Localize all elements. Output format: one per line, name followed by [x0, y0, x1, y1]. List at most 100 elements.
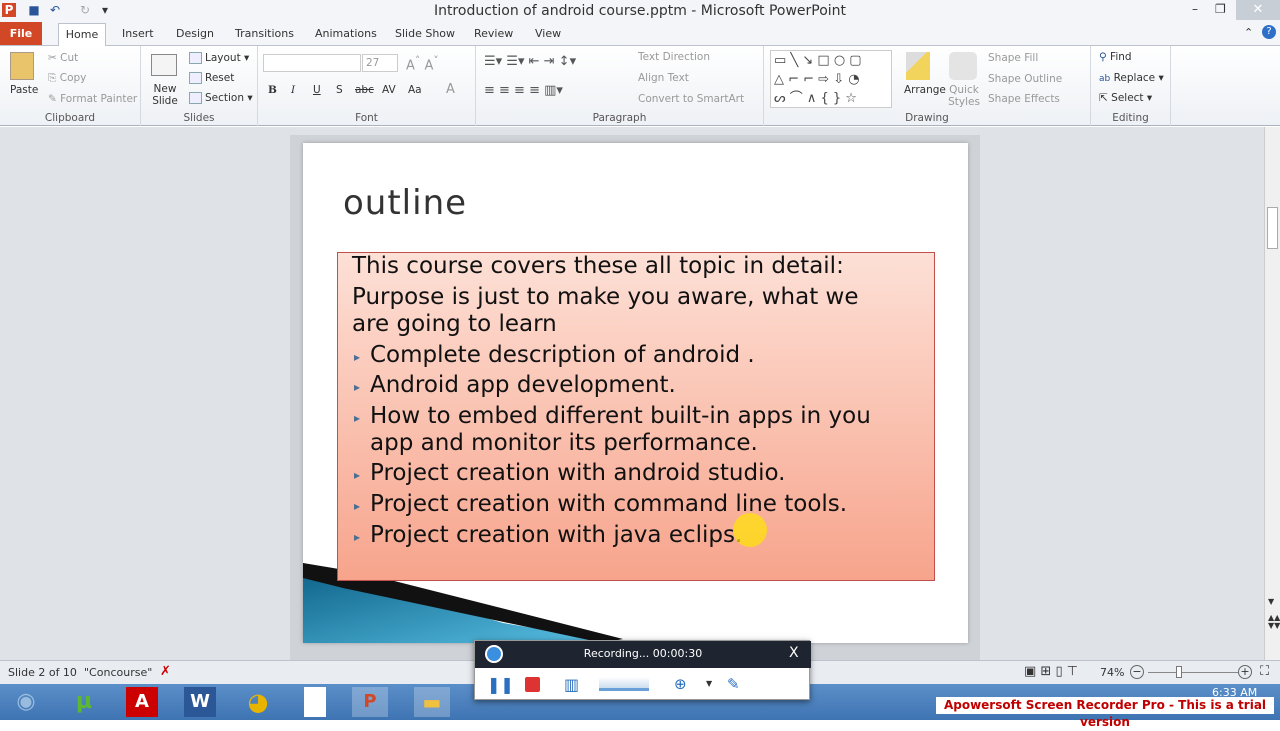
- stop-button[interactable]: [525, 677, 540, 692]
- format-painter-button[interactable]: ✎ Format Painter: [48, 93, 137, 105]
- convert-smartart-button[interactable]: Convert to SmartArt: [638, 93, 744, 105]
- chrome-icon[interactable]: ◕: [242, 687, 274, 717]
- reset-button[interactable]: Reset: [189, 72, 234, 84]
- find-label: Find: [1110, 51, 1132, 63]
- paste-button[interactable]: Paste: [10, 84, 38, 96]
- tab-design[interactable]: Design: [176, 27, 214, 40]
- arrange-button[interactable]: Arrange: [904, 84, 946, 96]
- replace-button[interactable]: ab Replace ▾: [1099, 72, 1164, 84]
- acrobat-icon[interactable]: A: [126, 687, 158, 717]
- tab-insert[interactable]: Insert: [122, 27, 154, 40]
- pen-button[interactable]: ✎: [727, 675, 740, 693]
- bullet-item: How to embed different built-in apps in …: [370, 403, 871, 429]
- recorder-header: Recording... 00:00:30 X: [475, 641, 811, 668]
- grow-font-icon[interactable]: A˄ A˅: [406, 54, 439, 73]
- slides-label: Slides: [183, 112, 215, 124]
- align-text-button[interactable]: Align Text: [638, 72, 689, 84]
- tab-slide-show[interactable]: Slide Show: [395, 27, 455, 40]
- shape-outline-button[interactable]: Shape Outline: [988, 73, 1062, 85]
- change-case-button[interactable]: Aa: [408, 84, 422, 96]
- quick-styles-icon: [949, 52, 977, 80]
- strikethrough-button[interactable]: abc: [355, 84, 374, 96]
- find-button[interactable]: ⚲ Find: [1099, 51, 1132, 63]
- close-button[interactable]: ✕: [1236, 0, 1280, 20]
- content-textbox[interactable]: This course covers these all topic in de…: [337, 252, 935, 581]
- minimize-ribbon-icon[interactable]: ⌃: [1244, 26, 1253, 39]
- slide-counter: Slide 2 of 10: [8, 666, 77, 679]
- recorder-close-button[interactable]: X: [789, 645, 799, 661]
- fit-slide-icon[interactable]: ⛶: [1260, 664, 1269, 679]
- tab-home[interactable]: Home: [58, 23, 106, 47]
- help-icon[interactable]: ?: [1262, 25, 1276, 39]
- quick-styles-button[interactable]: Quick Styles: [948, 84, 980, 108]
- recording-status: Recording... 00:00:30: [583, 647, 703, 660]
- underline-button[interactable]: U: [313, 84, 321, 96]
- zoom-in-button[interactable]: +: [1238, 665, 1252, 679]
- align-buttons[interactable]: ≡ ≡ ≡ ≡ ▥▾: [484, 83, 563, 98]
- bullet-icon: ▸: [354, 380, 361, 394]
- section-button[interactable]: Section ▾: [189, 92, 253, 104]
- list-buttons[interactable]: ☰▾ ☰▾ ⇤ ⇥ ↕▾: [484, 54, 576, 69]
- start-button[interactable]: ◉: [10, 687, 42, 717]
- replace-label: Replace: [1113, 72, 1156, 84]
- tab-review[interactable]: Review: [474, 27, 513, 40]
- zoom-slider-thumb[interactable]: [1176, 666, 1182, 678]
- spellcheck-icon[interactable]: ✗: [160, 664, 171, 679]
- ribbon: Paste ✂ Cut ⎘ Copy ✎ Format Painter Clip…: [0, 46, 1280, 126]
- zoom-out-button[interactable]: −: [1130, 665, 1144, 679]
- prev-slide-icon[interactable]: ▲▲ ▼▼: [1268, 614, 1280, 630]
- new-slide-icon: [151, 54, 177, 76]
- webcam-button[interactable]: ⊕: [674, 675, 687, 693]
- font-color-button[interactable]: A: [446, 82, 455, 97]
- pause-button[interactable]: ❚❚: [487, 675, 514, 694]
- tab-file[interactable]: File: [0, 22, 42, 45]
- cursor-highlight: [733, 513, 767, 547]
- shadow-button[interactable]: S: [336, 84, 343, 96]
- webcam-dropdown-icon[interactable]: ▼: [706, 679, 712, 688]
- layout-button[interactable]: Layout ▾: [189, 52, 249, 64]
- paragraph-group: ☰▾ ☰▾ ⇤ ⇥ ↕▾ ≡ ≡ ≡ ≡ ▥▾ Text Direction A…: [476, 46, 764, 126]
- tab-transitions[interactable]: Transitions: [235, 27, 294, 40]
- restore-button[interactable]: ❐: [1215, 2, 1226, 16]
- tab-view[interactable]: View: [535, 27, 561, 40]
- italic-button[interactable]: I: [291, 84, 295, 96]
- text-direction-button[interactable]: Text Direction: [638, 51, 710, 63]
- copy-button[interactable]: ⎘ Copy: [48, 72, 86, 85]
- bullet-item: Complete description of android .: [370, 342, 755, 368]
- editing-group: ⚲ Find ab Replace ▾ ⇱ Select ▾ Editing: [1091, 46, 1171, 126]
- theme-name[interactable]: "Concourse": [84, 666, 152, 679]
- slide-title[interactable]: outline: [343, 183, 467, 223]
- shape-effects-button[interactable]: Shape Effects: [988, 93, 1060, 105]
- scrollbar-thumb[interactable]: [1267, 207, 1278, 249]
- zoom-level[interactable]: 74%: [1100, 666, 1124, 679]
- shapes-gallery[interactable]: ▭ ╲ ↘ □ ○ ▢ △ ⌐ ⌐ ⇨ ⇩ ◔ ᔕ ⌒ ∧ { } ☆: [770, 50, 892, 108]
- slide[interactable]: outline This course covers these all top…: [303, 143, 968, 643]
- minimize-button[interactable]: –: [1192, 2, 1198, 16]
- powerpoint-taskbar-icon[interactable]: P: [352, 687, 388, 717]
- cut-button[interactable]: ✂ Cut: [48, 52, 78, 64]
- bullet-item: Project creation with android studio.: [370, 460, 786, 486]
- notepad-icon[interactable]: [304, 687, 326, 717]
- section-icon: [189, 92, 202, 104]
- tab-animations[interactable]: Animations: [315, 27, 377, 40]
- explorer-icon[interactable]: ▬: [414, 687, 450, 717]
- char-spacing-button[interactable]: AV: [382, 84, 396, 96]
- toolbar-button[interactable]: ▥: [564, 675, 579, 694]
- reset-label: Reset: [205, 72, 235, 84]
- new-slide-button[interactable]: New Slide: [150, 83, 180, 107]
- zoom-slider[interactable]: [1148, 672, 1238, 673]
- volume-button[interactable]: [599, 677, 649, 691]
- select-button[interactable]: ⇱ Select ▾: [1099, 92, 1152, 104]
- utorrent-icon[interactable]: µ: [68, 687, 100, 717]
- scroll-down-icon[interactable]: ▼: [1268, 597, 1274, 606]
- screen-recorder-widget: Recording... 00:00:30 X ❚❚ ▥ ⊕ ▼ ✎: [474, 640, 811, 700]
- bullet-icon: ▸: [354, 468, 361, 482]
- font-size-input[interactable]: 27: [362, 54, 398, 72]
- shape-fill-button[interactable]: Shape Fill: [988, 52, 1038, 64]
- vertical-scrollbar[interactable]: ▼ ▲▲ ▼▼: [1264, 127, 1280, 660]
- word-icon[interactable]: W: [184, 687, 216, 717]
- font-name-input[interactable]: [263, 54, 361, 72]
- view-buttons[interactable]: ▣ ⊞ ▯ ⊤: [1024, 664, 1078, 679]
- title-bar: P ■ ↶ ↻ ▾ Introduction of android course…: [0, 0, 1280, 22]
- bold-button[interactable]: B: [268, 84, 277, 96]
